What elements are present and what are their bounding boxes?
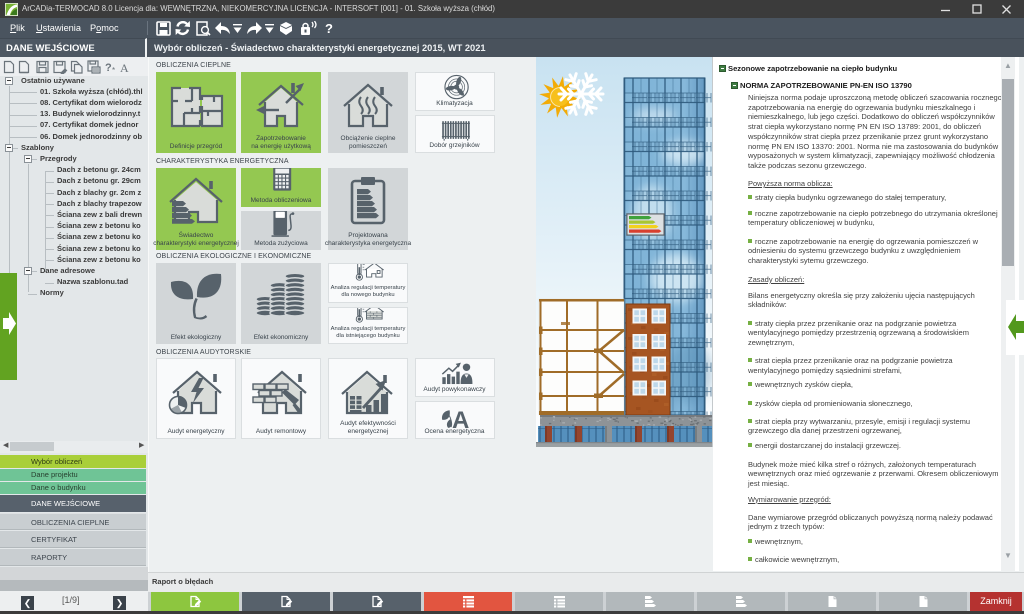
svg-text:?: ?	[105, 62, 112, 74]
svg-text:*: *	[112, 66, 115, 74]
svg-text:A: A	[120, 61, 129, 74]
svg-text:?: ?	[325, 21, 333, 36]
